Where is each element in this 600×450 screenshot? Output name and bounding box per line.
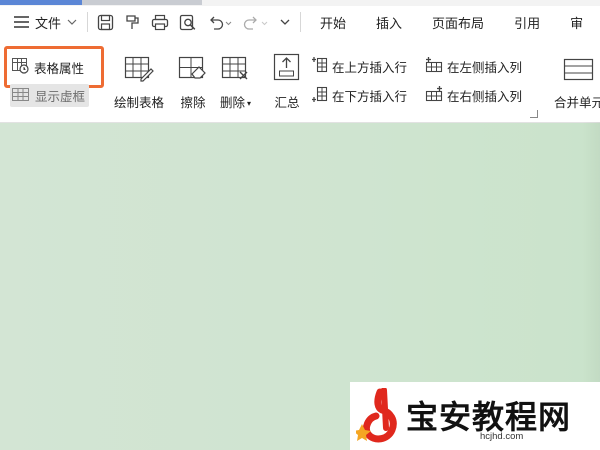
merge-cells-label: 合并单元 [554, 95, 600, 110]
show-gridlines-button[interactable]: 显示虚框 [10, 84, 90, 107]
tab-review[interactable]: 审 [555, 8, 598, 36]
tab-insert[interactable]: 插入 [361, 8, 417, 36]
table-properties-icon [12, 57, 30, 77]
tab-references[interactable]: 引用 [499, 8, 555, 36]
insert-row-below-button[interactable]: 在下方插入行 [312, 84, 407, 106]
draw-table-icon [124, 50, 154, 82]
delete-table-icon [221, 50, 251, 82]
summary-icon [272, 50, 302, 82]
table-properties-button[interactable]: 表格属性 [12, 56, 84, 78]
merge-cells-button[interactable]: 合并单元 [554, 50, 600, 111]
gridlines-icon [12, 87, 29, 104]
insert-col-left-icon [425, 56, 443, 76]
format-painter-icon [124, 14, 141, 31]
summary-button[interactable]: 汇总 [272, 50, 302, 111]
menu-bar: 文件 开始 插入 页面布局 引用 审 [0, 6, 600, 38]
draw-table-button[interactable]: 绘制表格 [114, 50, 164, 111]
hamburger-icon [14, 16, 29, 28]
chevron-down-icon: ▾ [247, 99, 252, 108]
site-watermark: 宝安教程网 hcjhd.com [350, 382, 600, 450]
eraser-icon [178, 50, 208, 82]
print-preview-button[interactable] [174, 8, 202, 36]
draw-table-label: 绘制表格 [114, 95, 165, 110]
group-launcher-icon[interactable] [530, 110, 538, 118]
file-menu-button[interactable]: 文件 [0, 8, 83, 36]
save-button[interactable] [92, 8, 119, 36]
chevron-down-icon [67, 19, 77, 25]
insert-col-right-button[interactable]: 在右侧插入列 [425, 84, 522, 106]
site-logo-icon [353, 387, 404, 444]
insert-row-above-button[interactable]: 在上方插入行 [312, 55, 407, 77]
delete-label: 删除 [220, 95, 246, 110]
summary-label: 汇总 [274, 95, 300, 110]
watermark-url: hcjhd.com [480, 431, 524, 442]
undo-button[interactable] [202, 8, 238, 36]
file-menu-label: 文件 [35, 16, 62, 32]
tab-page-layout[interactable]: 页面布局 [417, 8, 499, 36]
insert-row-above-label: 在上方插入行 [332, 59, 408, 75]
insert-col-left-label: 在左侧插入列 [447, 59, 523, 75]
insert-row-below-label: 在下方插入行 [332, 88, 408, 104]
print-preview-icon [179, 14, 197, 31]
redo-button[interactable] [238, 8, 274, 36]
redo-icon [243, 14, 269, 31]
tab-home[interactable]: 开始 [305, 8, 361, 36]
divider [300, 12, 302, 32]
show-gridlines-label: 显示虚框 [35, 89, 86, 104]
print-button[interactable] [146, 8, 174, 36]
format-painter-button[interactable] [119, 8, 146, 36]
insert-row-above-icon [312, 56, 328, 77]
inactive-tab-indicator [82, 0, 202, 5]
insert-col-left-button[interactable]: 在左侧插入列 [425, 55, 522, 77]
eraser-label: 擦除 [180, 95, 206, 110]
eraser-button[interactable]: 擦除 [178, 50, 208, 111]
delete-button[interactable]: 删除 ▾ [220, 50, 251, 111]
print-icon [151, 14, 169, 31]
divider [87, 12, 89, 32]
active-document-tab-indicator [0, 0, 82, 5]
save-icon [97, 14, 114, 31]
merge-cells-icon [563, 50, 595, 82]
insert-row-below-icon [312, 85, 328, 106]
insert-col-right-label: 在右侧插入列 [447, 88, 523, 104]
table-properties-label: 表格属性 [34, 60, 85, 76]
customize-dropdown-icon [279, 16, 291, 28]
customize-quick-access-button[interactable] [274, 8, 296, 36]
undo-icon [207, 14, 233, 31]
insert-col-right-icon [425, 85, 443, 105]
delete-label-wrap: 删除 ▾ [220, 92, 251, 111]
